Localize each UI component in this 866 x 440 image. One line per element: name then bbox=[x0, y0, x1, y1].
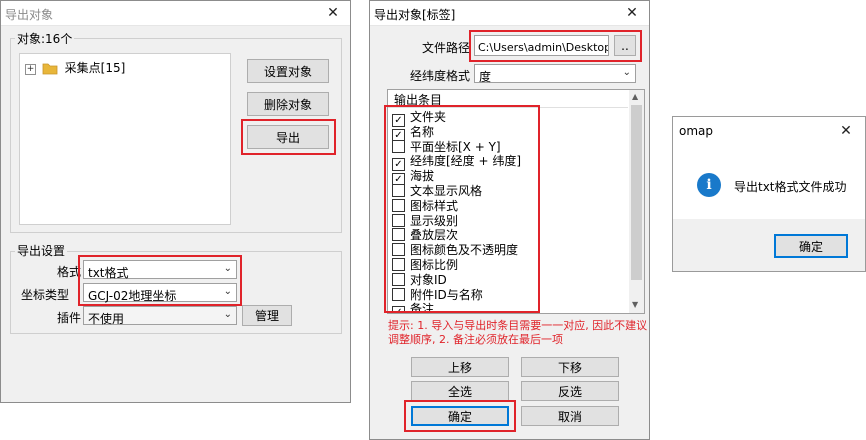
items-container: ✓ 文件夹 ✓ 名称 平面坐标[X + Y] ✓ 经纬度[经度 + 纬度] ✓ 海拔 文本显示风格… bbox=[388, 108, 628, 314]
close-icon[interactable]: ✕ bbox=[829, 117, 863, 145]
file-path-label: 文件路径 bbox=[422, 41, 471, 55]
checkbox[interactable] bbox=[392, 139, 405, 153]
chevron-down-icon: ⌄ bbox=[223, 286, 232, 297]
message-area: i 导出txt格式文件成功 bbox=[673, 145, 865, 219]
output-items-list[interactable]: 输出条目 ✓ 文件夹 ✓ 名称 平面坐标[X + Y] ✓ 经纬度[经度 + 纬度] ✓ 海拔文… bbox=[387, 89, 645, 314]
omap-message-dialog: omap ✕ i 导出txt格式文件成功 确定 bbox=[672, 116, 866, 272]
format-select[interactable]: txt格式 ⌄ bbox=[83, 260, 237, 280]
message-text: 导出txt格式文件成功 bbox=[734, 180, 847, 194]
titlebar: 导出对象[标签] ✕ bbox=[370, 1, 649, 26]
scroll-thumb[interactable] bbox=[631, 105, 642, 280]
list-item[interactable]: 文本显示风格 bbox=[392, 182, 482, 198]
coord-type-label: 坐标类型 bbox=[21, 288, 70, 302]
move-down-button[interactable]: 下移 bbox=[521, 357, 619, 377]
list-item[interactable]: 图标样式 bbox=[392, 197, 458, 213]
close-icon[interactable]: ✕ bbox=[615, 1, 649, 25]
file-path-input[interactable]: C:\Users\admin\Desktop\采集 bbox=[474, 35, 609, 56]
list-item[interactable]: 显示级别 bbox=[392, 212, 458, 228]
chevron-down-icon: ⌄ bbox=[223, 263, 232, 274]
invert-selection-button[interactable]: 反选 bbox=[521, 381, 619, 401]
list-item[interactable]: 图标颜色及不透明度 bbox=[392, 241, 518, 257]
select-all-button[interactable]: 全选 bbox=[411, 381, 509, 401]
list-item[interactable]: 图标比例 bbox=[392, 256, 458, 272]
chevron-down-icon: ⌄ bbox=[223, 309, 232, 320]
plugin-label: 插件 bbox=[57, 311, 82, 325]
manage-plugin-button[interactable]: 管理 bbox=[242, 305, 292, 326]
list-item[interactable]: ✓ 文件夹 bbox=[392, 108, 446, 127]
tree-item[interactable]: + 采集点[15] bbox=[25, 59, 125, 78]
format-label: 格式 bbox=[57, 265, 82, 279]
plugin-select[interactable]: 不使用 ⌄ bbox=[83, 306, 237, 326]
list-item[interactable]: ✓ 经纬度[经度 + 纬度] bbox=[392, 152, 521, 172]
scroll-up-icon[interactable]: ▲ bbox=[632, 92, 638, 101]
checkbox[interactable] bbox=[392, 243, 405, 257]
info-icon: i bbox=[697, 173, 721, 197]
folder-icon bbox=[42, 62, 58, 78]
object-tree[interactable]: + 采集点[15] bbox=[19, 53, 231, 225]
dialog-title: 导出对象[标签] bbox=[374, 8, 456, 22]
chevron-down-icon: ⌄ bbox=[622, 67, 631, 78]
tree-item-label: 采集点[15] bbox=[64, 61, 126, 75]
browse-button[interactable]: .. bbox=[614, 35, 636, 56]
list-item[interactable]: 附件ID与名称 bbox=[392, 286, 483, 302]
checkbox[interactable] bbox=[392, 228, 405, 242]
close-icon[interactable]: ✕ bbox=[316, 1, 350, 25]
list-item-label: 备注 bbox=[410, 302, 435, 314]
checkbox[interactable] bbox=[392, 287, 405, 301]
scrollbar[interactable]: ▲ ▼ bbox=[629, 90, 644, 313]
latlon-format-label: 经纬度格式 bbox=[410, 69, 471, 83]
ok-button[interactable]: 确定 bbox=[774, 234, 848, 258]
titlebar: 导出对象 ✕ bbox=[1, 1, 350, 26]
list-item[interactable]: 对象ID bbox=[392, 271, 447, 287]
checkbox[interactable] bbox=[392, 198, 405, 212]
move-up-button[interactable]: 上移 bbox=[411, 357, 509, 377]
objects-count-label: 对象:16个 bbox=[15, 30, 75, 47]
expand-icon[interactable]: + bbox=[25, 64, 36, 75]
dialog-title: omap bbox=[679, 124, 714, 138]
coord-type-select[interactable]: GCJ-02地理坐标 ⌄ bbox=[83, 283, 237, 303]
checkbox-checked[interactable]: ✓ bbox=[392, 306, 405, 313]
list-item[interactable]: 平面坐标[X + Y] bbox=[392, 138, 501, 154]
list-item[interactable]: ✓ 名称 bbox=[392, 123, 434, 142]
export-label-dialog: 导出对象[标签] ✕ 文件路径 C:\Users\admin\Desktop\采… bbox=[369, 0, 650, 440]
ok-button[interactable]: 确定 bbox=[411, 406, 509, 426]
hint-text: 提示: 1. 导入与导出时条目需要一一对应, 因此不建议 调整顺序, 2. 备注… bbox=[388, 319, 648, 346]
latlon-format-select[interactable]: 度 ⌄ bbox=[474, 64, 636, 84]
cancel-button[interactable]: 取消 bbox=[521, 406, 619, 426]
checkbox[interactable] bbox=[392, 184, 405, 197]
list-item[interactable]: 叠放层次 bbox=[392, 226, 458, 242]
delete-object-button[interactable]: 删除对象 bbox=[247, 92, 329, 116]
titlebar: omap ✕ bbox=[673, 117, 865, 145]
checkbox[interactable] bbox=[392, 258, 405, 271]
list-item[interactable]: ✓ 备注 bbox=[392, 300, 435, 314]
set-object-button[interactable]: 设置对象 bbox=[247, 59, 329, 83]
list-item[interactable]: ✓ 海拔 bbox=[392, 167, 434, 187]
export-object-dialog: 导出对象 ✕ 对象:16个 + 采集点[15] 设置对象 删除对象 导出 导出设… bbox=[0, 0, 351, 403]
export-settings-label: 导出设置 bbox=[15, 242, 68, 259]
dialog-title: 导出对象 bbox=[5, 8, 54, 22]
list-header: 输出条目 bbox=[388, 90, 628, 108]
export-button[interactable]: 导出 bbox=[247, 125, 329, 149]
checkbox[interactable] bbox=[392, 213, 405, 227]
scroll-down-icon[interactable]: ▼ bbox=[632, 300, 638, 309]
checkbox[interactable] bbox=[392, 272, 405, 286]
